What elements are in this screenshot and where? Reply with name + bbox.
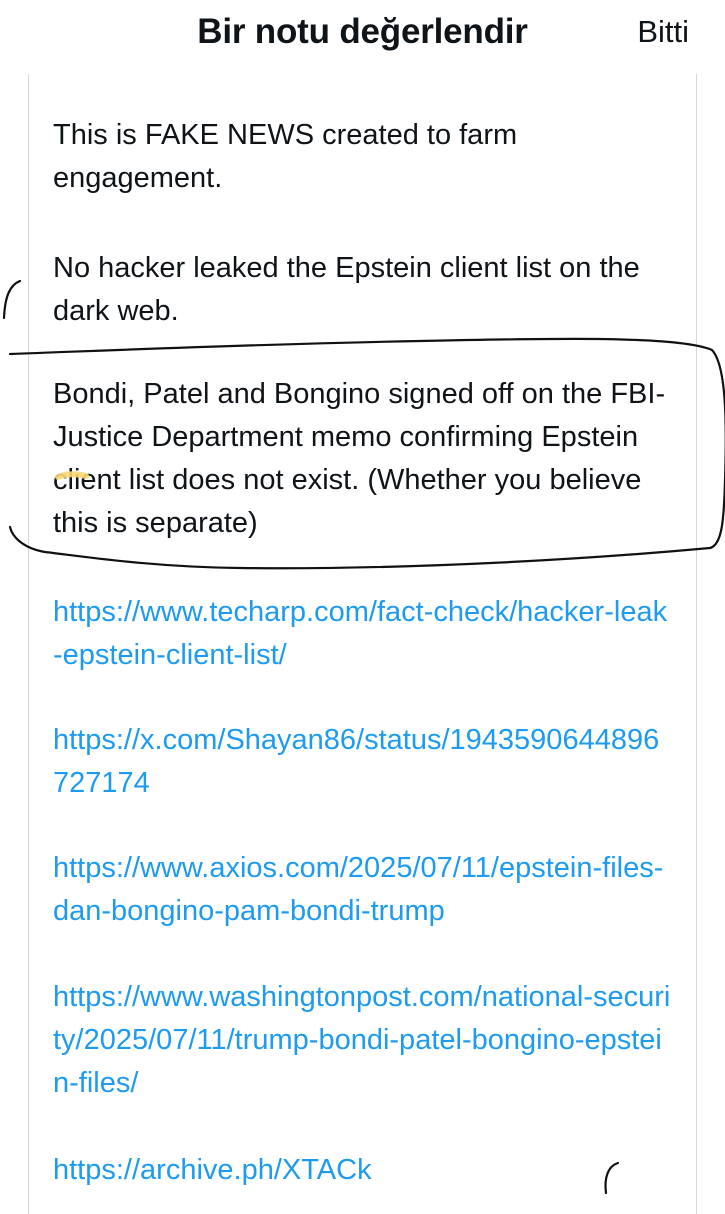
source-link[interactable]: https://www.techarp.com/fact-check/hacke… [53,591,673,677]
ink-stroke [2,279,22,320]
note-paragraph: This is FAKE NEWS created to farm engage… [53,119,518,194]
source-link[interactable]: https://archive.ph/XTACk [53,1149,673,1192]
note-paragraph: No hacker leaked the Epstein client list… [53,252,640,327]
done-button[interactable]: Bitti [637,8,689,56]
note-paragraph-highlighted: Bondi, Patel and Bongino signed off on t… [53,378,666,539]
source-link[interactable]: https://www.washingtonpost.com/national-… [53,976,673,1105]
page-title: Bir notu değerlendir [197,12,528,51]
source-link[interactable]: https://www.axios.com/2025/07/11/epstein… [53,847,673,933]
top-bar: Bir notu değerlendir Bitti [0,0,725,64]
source-link[interactable]: https://x.com/Shayan86/status/1943590644… [53,719,673,805]
